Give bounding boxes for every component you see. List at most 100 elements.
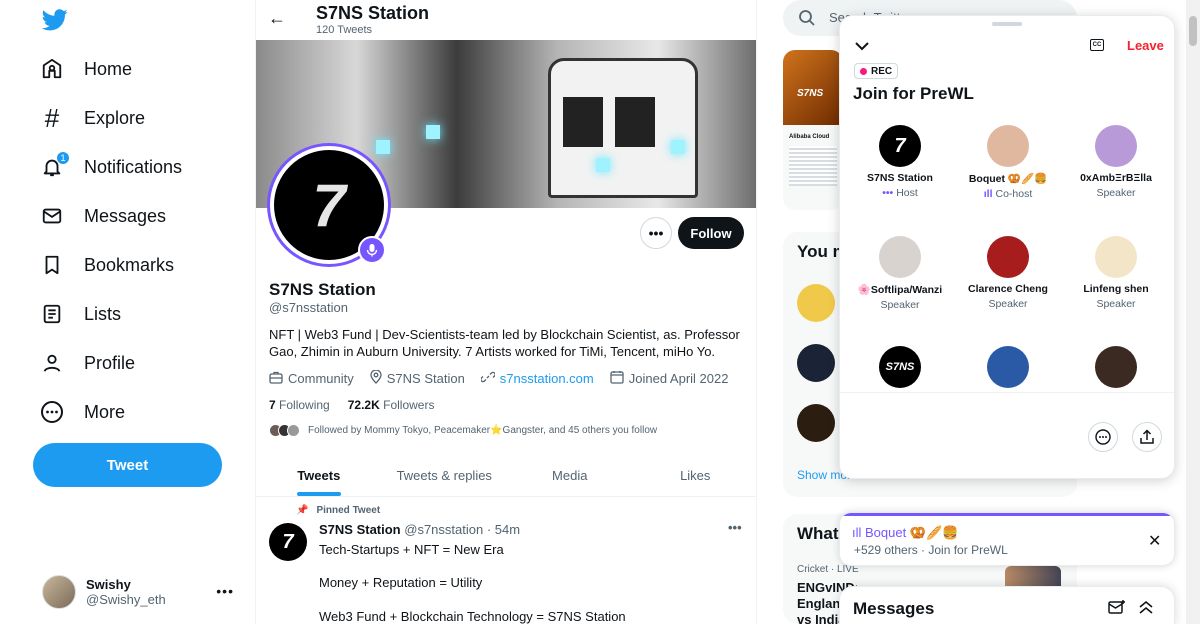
mini-space-bar[interactable]: ıll Boquet 🥨🥖🍔 +529 others · Join for Pr…: [839, 512, 1175, 566]
space-participant[interactable]: 🌸Softlipa/Wanzi Speaker: [846, 236, 954, 311]
bell-icon: 1: [38, 151, 70, 181]
participant-role: Speaker: [846, 299, 954, 311]
participant-name: Linfeng shen: [1083, 283, 1149, 295]
role-label: Speaker: [880, 299, 920, 311]
profile-category: Community: [288, 371, 354, 386]
hashtag-icon: #: [44, 102, 60, 133]
scrollbar-thumb[interactable]: [1189, 16, 1197, 46]
profile-stats: 7 Following 72.2K Followers: [269, 398, 434, 412]
participant-name: 🌸Softlipa/Wanzi: [857, 284, 943, 296]
follow-button[interactable]: Follow: [678, 217, 744, 249]
profile-bio: NFT | Web3 Fund | Dev-Scientists-team le…: [269, 327, 740, 359]
nav-label: Lists: [84, 303, 122, 324]
suggested-avatar[interactable]: [797, 284, 835, 322]
nav-more[interactable]: More: [38, 394, 125, 430]
link-icon: [480, 370, 496, 387]
space-participant[interactable]: S7NS: [846, 346, 954, 388]
role-label: Speaker: [1096, 298, 1136, 310]
followers-link[interactable]: 72.2K Followers: [348, 398, 435, 412]
page-title: S7NS Station: [316, 3, 430, 23]
avatar: [1095, 236, 1137, 278]
scrollbar[interactable]: [1186, 0, 1200, 624]
space-participant[interactable]: 0xAmbΞrBΞlla Speaker: [1062, 125, 1170, 199]
account-name: Swishy: [86, 577, 131, 592]
followed-by[interactable]: Followed by Mommy Tokyo, Peacemaker⭐Gang…: [269, 424, 657, 437]
media-thumbnail: S7NS: [783, 50, 843, 125]
more-options-button[interactable]: [1088, 422, 1118, 452]
space-participant[interactable]: Boquet 🥨🥖🍔 ıll Co-host: [954, 125, 1062, 200]
space-title: Join for PreWL: [853, 84, 974, 103]
avatar: [1095, 125, 1137, 167]
nav-messages[interactable]: Messages: [38, 198, 166, 234]
list-icon: [38, 300, 66, 328]
new-message-icon[interactable]: [1108, 599, 1126, 620]
participant-name: S7NS Station: [867, 172, 933, 184]
profile-website-link[interactable]: s7nsstation.com: [500, 371, 594, 386]
leave-space-button[interactable]: Leave: [1127, 38, 1164, 53]
tab-tweets-replies[interactable]: Tweets & replies: [382, 455, 508, 496]
avatar: [987, 125, 1029, 167]
space-participant[interactable]: Linfeng shen Speaker: [1062, 236, 1170, 310]
space-participant[interactable]: 7 S7NS Station ••• Host: [846, 125, 954, 199]
space-participant[interactable]: [1062, 346, 1170, 388]
nav-label: Bookmarks: [84, 254, 175, 275]
tweet-button[interactable]: Tweet: [33, 443, 222, 487]
chevron-up-double-icon[interactable]: [1138, 599, 1154, 620]
tweet-text-line: Money + Reputation = Utility: [319, 575, 483, 590]
nav-label: More: [84, 401, 126, 422]
profile-handle: @s7nsstation: [269, 300, 348, 315]
drag-handle[interactable]: [992, 22, 1022, 26]
profile-column: ← S7NS Station 120 Tweets 7 ••• Follow S…: [255, 0, 757, 624]
following-link[interactable]: 7 Following: [269, 398, 330, 412]
tweet-count: 120 Tweets: [316, 24, 373, 36]
share-button[interactable]: [1132, 422, 1162, 452]
avatar: [987, 346, 1029, 388]
participant-role: ••• Host: [846, 187, 954, 199]
live-space-mic-icon[interactable]: [358, 236, 386, 264]
tab-tweets[interactable]: Tweets: [256, 455, 382, 496]
tab-media[interactable]: Media: [507, 455, 633, 496]
participant-name: Clarence Cheng: [968, 283, 1048, 295]
mini-space-accent: [840, 513, 1174, 516]
nav-lists[interactable]: Lists: [38, 296, 121, 332]
tweet-author[interactable]: S7NS Station: [319, 522, 401, 537]
role-label: Co-host: [995, 188, 1033, 200]
tweet-text-line: Web3 Fund + Blockchain Technology = S7NS…: [319, 609, 626, 624]
role-label: Speaker: [1096, 187, 1136, 199]
suggested-avatar[interactable]: [797, 344, 835, 382]
nav-profile[interactable]: Profile: [38, 345, 135, 381]
messages-drawer[interactable]: Messages: [839, 586, 1175, 624]
avatar: 7: [879, 125, 921, 167]
captions-icon[interactable]: CC: [1090, 39, 1104, 51]
followed-by-text: Followed by Mommy Tokyo, Peacemaker⭐Gang…: [308, 425, 658, 436]
nav-notifications[interactable]: 1 Notifications: [38, 149, 182, 185]
profile-name: S7NS Station: [269, 280, 376, 299]
tweet-avatar[interactable]: 7: [269, 523, 307, 561]
nav-bookmarks[interactable]: Bookmarks: [38, 247, 174, 283]
avatar: [879, 236, 921, 278]
tab-likes[interactable]: Likes: [633, 455, 757, 496]
more-options-button[interactable]: •••: [640, 217, 672, 249]
avatar: [1095, 346, 1137, 388]
tweet-handle-time: @s7nsstation · 54m: [404, 522, 521, 537]
pinned-label: 📌 Pinned Tweet: [296, 505, 381, 516]
account-switcher[interactable]: Swishy @Swishy_eth •••: [42, 575, 242, 609]
space-panel: CC Leave REC Join for PreWL 7 S7NS Statio…: [839, 15, 1175, 479]
suggested-avatar[interactable]: [797, 404, 835, 442]
space-participant[interactable]: Clarence Cheng Speaker: [954, 236, 1062, 310]
participant-name: Boquet 🥨🥖🍔: [968, 173, 1048, 185]
participant-role: Speaker: [1062, 298, 1170, 310]
space-participant[interactable]: [954, 346, 1062, 388]
nav-explore[interactable]: # Explore: [38, 100, 145, 136]
participant-role: Speaker: [954, 298, 1062, 310]
twitter-logo-icon[interactable]: [42, 8, 68, 32]
mini-space-subtitle: +529 others · Join for PreWL: [854, 543, 1008, 557]
close-icon[interactable]: ✕: [1148, 531, 1161, 551]
tweet-more-button[interactable]: •••: [728, 520, 742, 535]
chevron-down-icon[interactable]: [854, 38, 870, 56]
back-arrow-icon[interactable]: ←: [268, 8, 286, 29]
media-card[interactable]: S7NS Alibaba Cloud: [783, 50, 843, 210]
profile-meta: Community S7NS Station s7nsstation.com J…: [269, 369, 728, 387]
avatar: S7NS: [879, 346, 921, 388]
nav-home[interactable]: Home: [38, 51, 132, 87]
